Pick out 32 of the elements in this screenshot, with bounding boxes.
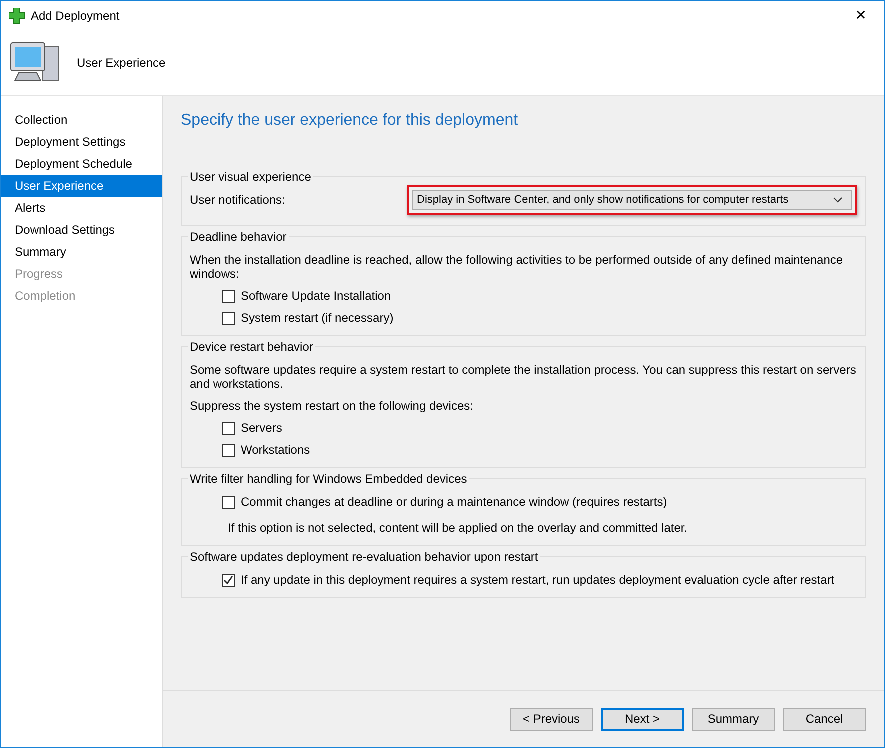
dialog-button[interactable]: Cancel bbox=[783, 708, 866, 730]
close-button[interactable]: ✕ bbox=[838, 1, 884, 31]
description-text: When the installation deadline is reached, allow the following activities to be performed outside of any defined maintenance windows: bbox=[190, 253, 844, 281]
sidebar-item[interactable]: Deployment Schedule bbox=[1, 153, 162, 175]
dialog-button[interactable]: Next > bbox=[601, 708, 684, 730]
group-title: User visual experience bbox=[188, 170, 314, 184]
sidebar-item[interactable]: Alerts bbox=[1, 197, 162, 219]
description-text: Suppress the system restart on the following devices: bbox=[190, 399, 474, 413]
page-title: Specify the user experience for this deployment bbox=[181, 112, 520, 130]
sidebar-item[interactable]: Collection bbox=[1, 109, 162, 131]
note-text: If this option is not selected, content will be applied on the overlay and committed later. bbox=[227, 521, 689, 535]
notifications-dropdown[interactable]: Display in Software Center, and only show notifications for computer restarts bbox=[412, 190, 852, 210]
group-title: Write filter handling for Windows Embedded devices bbox=[188, 472, 470, 486]
sidebar-item[interactable]: User Experience bbox=[1, 175, 162, 197]
checkbox-label: Servers bbox=[241, 421, 282, 435]
description-text: Some software updates require a system restart to complete the installation process. You can suppress this restart on servers and workstations. bbox=[190, 363, 857, 391]
sidebar-item[interactable]: Download Settings bbox=[1, 219, 162, 241]
dialog-button[interactable]: Summary bbox=[692, 708, 775, 730]
field-label: User notifications: bbox=[190, 193, 286, 207]
sidebar-item[interactable]: Summary bbox=[1, 241, 162, 263]
checkbox-label: Commit changes at deadline or during a maintenance window (requires restarts) bbox=[241, 495, 668, 509]
checkbox-label: Software Update Installation bbox=[241, 289, 392, 303]
checkbox-label: Workstations bbox=[241, 443, 310, 457]
page-header-title: User Experience bbox=[77, 56, 166, 70]
checkbox-label: If any update in this deployment requires a system restart, run updates deployment evaluation cycle after restart bbox=[241, 573, 835, 587]
checkbox-label: System restart (if necessary) bbox=[241, 311, 394, 325]
group-title: Device restart behavior bbox=[188, 340, 316, 354]
group-title: Software updates deployment re-evaluation behavior upon restart bbox=[188, 550, 540, 564]
sidebar-item[interactable]: Deployment Settings bbox=[1, 131, 162, 153]
group-title: Deadline behavior bbox=[188, 230, 289, 244]
window-title: Add Deployment bbox=[31, 9, 120, 23]
dialog-button[interactable]: < Previous bbox=[510, 708, 593, 730]
